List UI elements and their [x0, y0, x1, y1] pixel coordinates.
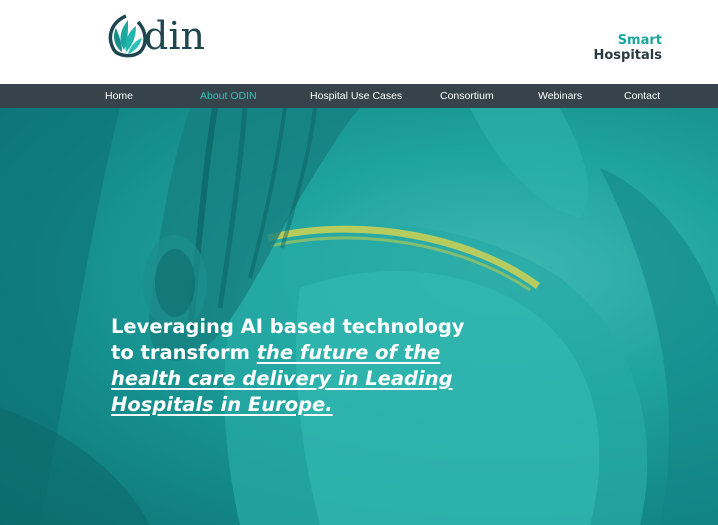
nav-item-webinars[interactable]: Webinars: [538, 84, 582, 108]
nav-item-contact[interactable]: Contact: [624, 84, 660, 108]
nav-item-hospital-use-cases[interactable]: Hospital Use Cases: [310, 84, 402, 108]
hero-headline: Leveraging AI based technology to transf…: [111, 314, 471, 418]
logo-wordmark: din: [144, 14, 205, 58]
site-header: din Smart Hospitals: [0, 0, 718, 84]
nav-item-about-odin[interactable]: About ODIN: [200, 84, 257, 108]
nav-item-consortium[interactable]: Consortium: [440, 84, 494, 108]
tagline: Smart Hospitals: [594, 33, 663, 63]
nav-item-home[interactable]: Home: [105, 84, 133, 108]
odin-leaf-icon: [108, 14, 147, 58]
hero-banner: Leveraging AI based technology to transf…: [0, 108, 718, 525]
tagline-line-2: Hospitals: [593, 48, 663, 63]
main-nav: Home About ODIN Hospital Use Cases Conso…: [0, 84, 718, 108]
tagline-line-1: Smart: [617, 33, 662, 48]
odin-logo[interactable]: din: [104, 10, 214, 62]
